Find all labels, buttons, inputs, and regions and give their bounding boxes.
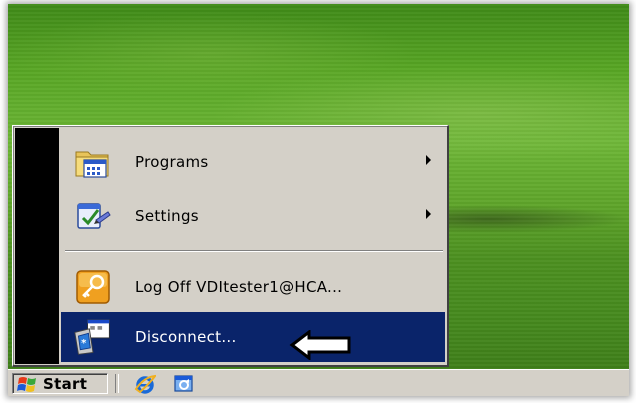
taskbar: Start	[8, 369, 629, 396]
key-icon	[73, 267, 113, 307]
submenu-arrow-icon	[426, 155, 431, 165]
windows-logo-icon	[17, 375, 39, 393]
start-button[interactable]: Start	[12, 373, 108, 394]
start-menu-banner	[15, 128, 59, 364]
pointer-arrow-icon	[289, 330, 351, 360]
menu-item-label: Programs	[135, 153, 209, 171]
menu-item-label: Settings	[135, 207, 199, 225]
menu-item-programs[interactable]: Programs	[61, 137, 445, 187]
screenshot-frame: Programs Settings Log Off VDItester1@HCA…	[8, 4, 629, 396]
menu-separator	[65, 250, 443, 252]
menu-item-settings[interactable]: Settings	[61, 191, 445, 241]
start-label: Start	[43, 374, 88, 393]
settings-icon	[73, 196, 113, 236]
submenu-arrow-icon	[426, 209, 431, 219]
disconnect-computer-icon: *	[73, 317, 113, 357]
svg-text:*: *	[81, 338, 87, 349]
internet-explorer-icon[interactable]	[134, 373, 158, 395]
programs-folder-icon	[73, 142, 113, 182]
menu-item-label: Log Off VDItester1@HCA...	[135, 278, 343, 296]
menu-item-log-off[interactable]: Log Off VDItester1@HCA...	[61, 262, 445, 312]
quick-launch-separator	[115, 374, 119, 393]
menu-item-label: Disconnect...	[135, 328, 237, 346]
start-menu: Programs Settings Log Off VDItester1@HCA…	[12, 125, 449, 367]
menu-item-disconnect[interactable]: * Disconnect...	[61, 312, 445, 362]
show-desktop-icon[interactable]	[173, 373, 195, 395]
